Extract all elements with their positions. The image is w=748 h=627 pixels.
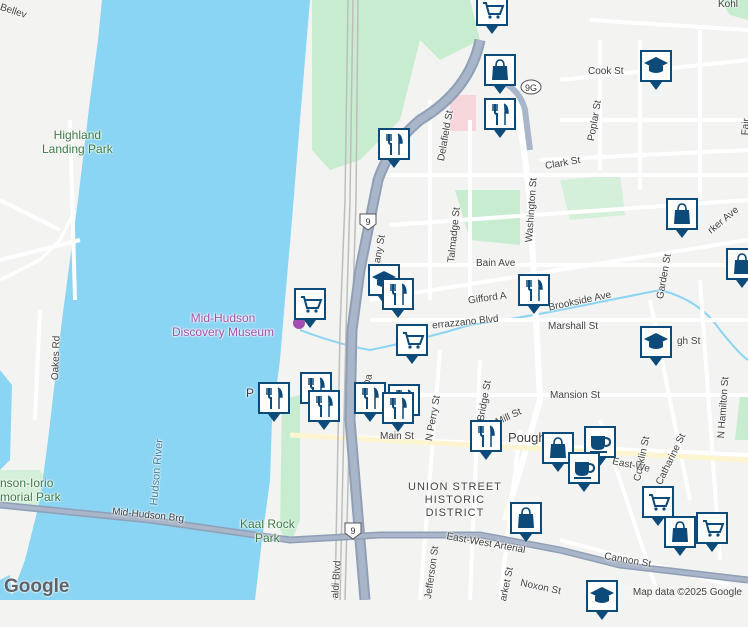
attribution-text[interactable]: Map data ©2025 Google: [633, 587, 742, 598]
poi-pin[interactable]: [380, 390, 416, 434]
attribution-bar[interactable]: Map data ©2025 Google: [620, 586, 748, 600]
poi-pin[interactable]: [724, 246, 748, 290]
svg-text:9: 9: [365, 217, 370, 227]
label-ugh-st: gh St: [677, 336, 701, 347]
label-p: P: [246, 386, 255, 400]
label-mid-hudson-discovery-museum[interactable]: Mid-Hudson Discovery Museum: [172, 311, 274, 339]
poi-pin[interactable]: [584, 578, 620, 622]
poi-pin[interactable]: [694, 510, 730, 554]
route-shield-9g: 9G: [520, 79, 542, 95]
poi-pin[interactable]: [380, 276, 416, 320]
poi-pin[interactable]: [394, 322, 430, 366]
poi-pin[interactable]: [664, 196, 700, 240]
label-union-street-historic-district: UNION STREET HISTORIC DISTRICT: [408, 481, 502, 519]
poi-pin[interactable]: [482, 96, 518, 140]
poi-pin[interactable]: [468, 418, 504, 462]
poi-pin[interactable]: [566, 450, 602, 494]
label-mansion-st: Mansion St: [550, 390, 601, 401]
label-highland-landing-park: Highland Landing Park: [42, 128, 113, 156]
label-fair: Fair: [740, 117, 748, 136]
poi-pin[interactable]: [306, 388, 342, 432]
poi-pin[interactable]: [638, 324, 674, 368]
poi-pin[interactable]: [508, 500, 544, 544]
poi-pin[interactable]: [662, 514, 698, 558]
poi-pin[interactable]: [292, 286, 328, 330]
poi-pin[interactable]: [516, 272, 552, 316]
label-cook-st: Cook St: [588, 66, 624, 77]
label-oakes-rd: Oakes Rd: [50, 335, 63, 381]
label-marshall-st: Marshall St: [548, 321, 599, 332]
poi-pin[interactable]: [474, 0, 510, 36]
poi-pin[interactable]: [376, 126, 412, 170]
svg-text:9: 9: [350, 526, 355, 536]
poi-pin[interactable]: [482, 52, 518, 96]
label-kohl: Kohl: [718, 0, 739, 10]
svg-text:9G: 9G: [525, 83, 537, 93]
poi-pin[interactable]: [256, 380, 292, 424]
poi-pin[interactable]: [638, 48, 674, 92]
google-logo[interactable]: Google: [4, 576, 69, 598]
label-kaal-rock-park: Kaal Rock Park: [240, 517, 295, 545]
label-johnson-iorio-memorial-park: nson-Iorio morial Park: [0, 476, 61, 504]
label-bain-ave: Bain Ave: [476, 258, 516, 269]
